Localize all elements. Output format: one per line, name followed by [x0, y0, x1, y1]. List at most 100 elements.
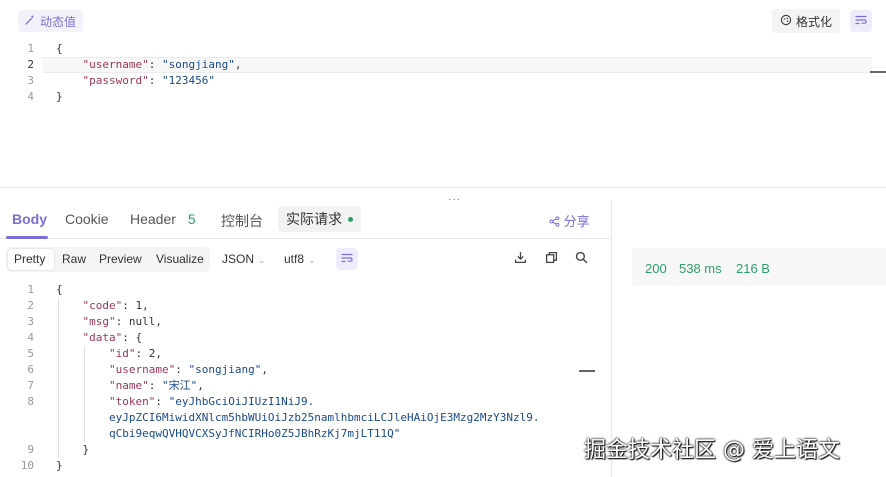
line-number: 2: [27, 58, 34, 71]
code-token: eyJpZCI6MiwidXNlcm5hbWUiOiJzb25namlhbmci…: [56, 411, 540, 424]
code-line: "username": "songjiang",: [56, 57, 242, 73]
copy-icon: [545, 251, 558, 267]
tab-header[interactable]: Header 5: [130, 211, 196, 227]
code-line: }: [56, 442, 89, 458]
view-mode-pretty[interactable]: Pretty: [14, 252, 45, 266]
code-line: "id": 2,: [56, 346, 162, 362]
code-token: }: [56, 459, 63, 472]
tab-cookie[interactable]: Cookie: [65, 211, 109, 227]
view-mode-visualize[interactable]: Visualize: [156, 252, 204, 266]
code-token: : {: [122, 331, 143, 344]
response-time: 538 ms: [679, 261, 722, 276]
response-size: 216 B: [736, 261, 770, 276]
line-number: 2: [27, 299, 34, 312]
tab-header-label: Header: [130, 211, 176, 227]
code-token: "password": [82, 74, 149, 87]
scrollbar-marker[interactable]: [579, 370, 595, 372]
code-token: {: [56, 283, 63, 296]
status-dot-icon: [348, 216, 353, 222]
scrollbar-marker[interactable]: [870, 71, 886, 73]
share-label: 分享: [563, 214, 590, 229]
format-select[interactable]: JSON ⌄: [222, 252, 266, 266]
line-number: 3: [27, 74, 34, 87]
wrap-lines-icon: [341, 252, 353, 267]
response-view-toolbar: Pretty Raw Preview Visualize JSON ⌄ utf8 ⌄: [0, 246, 612, 272]
watermark: 掘金技术社区 @ 爱上语文: [584, 438, 840, 463]
code-token: qCbi9eqwQVHQVCXSyJfNCIRHo0Z5JBhRzKj7mjLT…: [56, 427, 401, 440]
dynamic-value-button[interactable]: 动态值: [18, 10, 84, 32]
encoding-select[interactable]: utf8 ⌄: [284, 252, 316, 266]
tab-body[interactable]: Body: [12, 211, 47, 227]
code-token: "eyJhbGciOiJIUzI1NiJ9.: [168, 395, 315, 408]
line-number: 4: [27, 331, 34, 344]
code-line: "code": 1,: [56, 298, 149, 314]
code-token: "name": [108, 379, 149, 392]
code-token: "code": [82, 299, 123, 312]
code-token: ,: [142, 299, 149, 312]
wrap-lines-button[interactable]: [850, 10, 872, 32]
code-line: {: [56, 282, 63, 298]
tab-console[interactable]: 控制台: [221, 211, 263, 231]
status-code: 200: [645, 261, 667, 276]
download-button[interactable]: [512, 251, 528, 267]
format-icon: [780, 14, 792, 29]
code-token: }: [56, 90, 63, 103]
chevron-down-icon: ⌄: [308, 255, 316, 265]
tab-actual-request-label: 实际请求: [286, 211, 342, 227]
code-token: :: [135, 347, 149, 360]
format-label: 格式化: [796, 14, 833, 29]
search-icon: [575, 251, 588, 267]
request-body-panel: 动态值 格式化 1 {2 "username": "songjiang", 3 "p…: [0, 0, 886, 188]
code-token: "宋江": [161, 379, 198, 392]
response-tabs: Body Cookie Header 5 控制台 实际请求 分享: [0, 200, 612, 239]
code-line: }: [56, 89, 63, 105]
format-button[interactable]: 格式化: [772, 9, 841, 33]
code-token: ,: [197, 379, 204, 392]
code-token: null: [128, 315, 156, 328]
tab-actual-request[interactable]: 实际请求: [278, 206, 361, 232]
code-token: ,: [155, 315, 162, 328]
format-select-value: JSON: [222, 252, 255, 266]
search-button[interactable]: [573, 251, 589, 267]
code-token: "username": [82, 58, 149, 71]
code-token: }: [56, 443, 90, 456]
code-line: eyJpZCI6MiwidXNlcm5hbWUiOiJzb25namlhbmci…: [56, 410, 539, 426]
line-number: 4: [27, 90, 34, 103]
code-token: "id": [108, 347, 136, 360]
tab-body-underline: [6, 236, 48, 239]
view-mode-raw[interactable]: Raw: [62, 252, 86, 266]
code-line: "msg": null,: [56, 314, 163, 330]
request-body-editor[interactable]: 1 {2 "username": "songjiang", 3 "password"…: [0, 41, 886, 181]
code-token: :: [122, 299, 136, 312]
code-token: :: [148, 58, 162, 71]
code-line: "name": "宋江",: [56, 378, 204, 394]
code-token: "msg": [82, 315, 116, 328]
line-number: 9: [27, 443, 34, 456]
copy-button[interactable]: [543, 251, 559, 267]
code-token: ,: [234, 58, 242, 71]
code-line: {: [56, 41, 63, 57]
code-line: "username": "songjiang",: [56, 362, 268, 378]
line-number: 8: [27, 395, 34, 408]
response-body-viewer[interactable]: 1 {2 "code": 1, 3 "msg": null, 4 "data": {5…: [0, 282, 595, 477]
share-button[interactable]: 分享: [549, 211, 590, 230]
code-token: "token": [108, 395, 156, 408]
code-token: "songjiang": [161, 58, 235, 71]
code-token: :: [175, 363, 189, 376]
wrap-lines-icon: [855, 14, 867, 29]
code-token: :: [115, 315, 129, 328]
magic-wand-icon: [25, 14, 36, 28]
view-mode-preview[interactable]: Preview: [99, 252, 142, 266]
response-wrap-lines-button[interactable]: [336, 248, 358, 270]
code-token: ,: [155, 347, 162, 360]
code-token: "123456": [161, 74, 215, 87]
view-mode-switcher: Pretty Raw Preview Visualize: [6, 247, 210, 272]
code-line: "token": "eyJhbGciOiJIUzI1NiJ9.: [56, 394, 314, 410]
